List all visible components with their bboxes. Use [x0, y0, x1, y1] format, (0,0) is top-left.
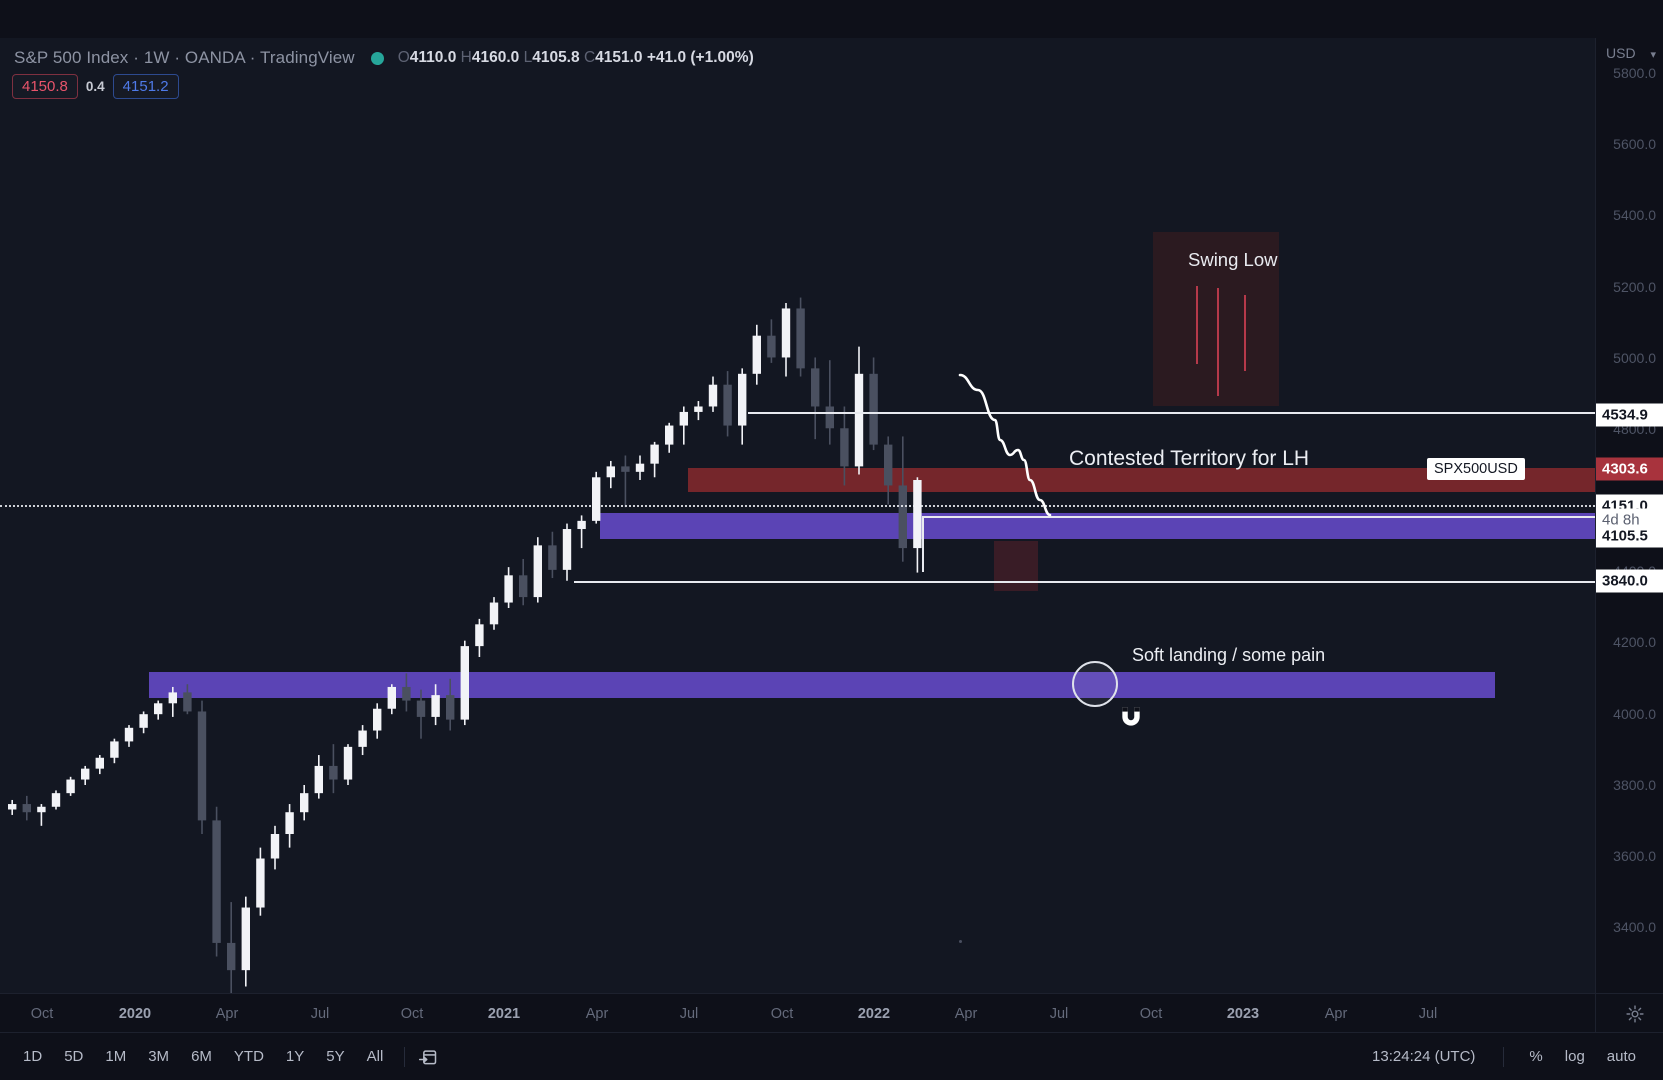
axis-corner-separator — [1595, 993, 1596, 1033]
price-tag-4303[interactable]: 4303.6 — [1596, 457, 1663, 481]
time-tick-oct-4: Oct — [400, 1006, 424, 1022]
time-tick-2023-13: 2023 — [1226, 1006, 1260, 1022]
timeframe-button-all[interactable]: All — [358, 1043, 393, 1070]
swing-low-label: Swing Low — [1188, 249, 1278, 270]
price-tick-10: 3800.0 — [1613, 777, 1656, 793]
time-tick-apr-14: Apr — [1324, 1006, 1348, 1022]
tradingview-chart-app: S&P 500 Index · 1W · OANDA · TradingView… — [0, 0, 1663, 1080]
timeframe-button-1m[interactable]: 1M — [96, 1043, 135, 1070]
market-open-dot-icon — [370, 51, 384, 65]
symbol-title[interactable]: S&P 500 Index · 1W · OANDA · TradingView — [14, 48, 355, 68]
price-tag-4534[interactable]: 4534.9 — [1596, 403, 1663, 427]
magnet-icon — [1122, 707, 1140, 726]
time-tick-oct-12: Oct — [1139, 1006, 1163, 1022]
symbol-price-pill[interactable]: SPX500USD — [1427, 458, 1525, 480]
price-tick-3: 5200.0 — [1613, 279, 1656, 295]
ohlc-close-label: C — [583, 49, 596, 66]
price-tag-4105[interactable]: 4105.5 — [1596, 524, 1663, 548]
timeframe-button-1d[interactable]: 1D — [14, 1043, 51, 1070]
toolbar-divider-1 — [404, 1046, 406, 1067]
price-tick-11: 3600.0 — [1613, 848, 1656, 864]
price-axis[interactable]: USD ▾ 5800.0 5600.0 5400.0 5200.0 5000.0 4800… — [1595, 38, 1663, 1077]
time-axis[interactable]: Oct 2020 Apr Jul Oct 2021 Apr Jul Oct 2022 Apr Jul O… — [0, 993, 1663, 1033]
time-tick-2022-9: 2022 — [857, 1006, 891, 1022]
timeframe-button-3m[interactable]: 3M — [139, 1043, 178, 1070]
bid-badge[interactable]: 4150.8 — [12, 74, 78, 99]
swing-low-bar-1 — [1196, 286, 1198, 364]
top-bar — [0, 0, 1663, 38]
soft-landing-label: Soft landing / some pain — [1132, 645, 1326, 665]
time-tick-jul-15: Jul — [1418, 1006, 1438, 1022]
timeframe-button-5d[interactable]: 5D — [55, 1043, 92, 1070]
timeframe-button-5y[interactable]: 5Y — [317, 1043, 353, 1070]
ask-badge[interactable]: 4151.2 — [112, 74, 179, 99]
time-tick-2021-5: 2021 — [487, 1006, 521, 1022]
contested-territory-label: Contested Territory for LH — [1069, 447, 1310, 470]
ohlc-open-label: O — [397, 49, 410, 66]
ohlc-open-value: 4110.0 — [409, 49, 457, 66]
price-tick-0: 5800.0 — [1613, 65, 1656, 81]
forecast-path-drawing[interactable] — [0, 38, 1595, 993]
log-scale-button[interactable]: log — [1556, 1043, 1594, 1070]
price-tick-1: 5600.0 — [1613, 136, 1656, 152]
time-tick-jul-7: Jul — [679, 1006, 699, 1022]
percent-scale-button[interactable]: % — [1520, 1043, 1551, 1070]
timeframe-button-6m[interactable]: 6M — [182, 1043, 221, 1070]
time-tick-oct-8: Oct — [770, 1006, 794, 1022]
clock-readout: 13:24:24 (UTC) — [1372, 1048, 1476, 1065]
time-tick-2020-1: 2020 — [118, 1006, 152, 1022]
ohlc-readout: O4110.0 H4160.0 L4105.8 C4151.0 +41.0 (+… — [398, 49, 754, 67]
auto-scale-button[interactable]: auto — [1598, 1043, 1645, 1070]
price-tag-3840[interactable]: 3840.0 — [1596, 569, 1663, 593]
time-tick-apr-6: Apr — [585, 1006, 609, 1022]
toolbar-divider-2 — [1503, 1046, 1505, 1067]
time-tick-jul-11: Jul — [1049, 1006, 1069, 1022]
gear-icon[interactable] — [1625, 1004, 1645, 1024]
time-tick-apr-10: Apr — [954, 1006, 978, 1022]
time-tick-jul-3: Jul — [310, 1006, 330, 1022]
time-tick-oct-0: Oct — [30, 1006, 54, 1022]
ohlc-low-label: L — [523, 49, 533, 66]
ohlc-close-value: 4151.0 — [595, 49, 643, 66]
toolbar-right-group: 13:24:24 (UTC) % log auto — [1360, 1043, 1663, 1070]
timeframe-button-ytd[interactable]: YTD — [225, 1043, 273, 1070]
price-tick-12: 3400.0 — [1613, 919, 1656, 935]
price-axis-currency: USD — [1606, 45, 1636, 61]
price-tick-8: 4200.0 — [1613, 634, 1656, 650]
ohlc-low-value: 4105.8 — [532, 49, 580, 66]
time-tick-apr-2: Apr — [215, 1006, 239, 1022]
ohlc-high-label: H — [460, 49, 472, 66]
go-to-date-icon[interactable] — [417, 1047, 439, 1067]
spread-value: 0.4 — [85, 79, 105, 94]
chart-pane[interactable]: S&P 500 Index · 1W · OANDA · TradingView… — [0, 38, 1595, 993]
ohlc-change: +41.0 (+1.00%) — [646, 49, 754, 66]
chart-legend: S&P 500 Index · 1W · OANDA · TradingView… — [14, 48, 754, 68]
timeframe-button-1y[interactable]: 1Y — [277, 1043, 313, 1070]
chevron-down-icon[interactable]: ▾ — [1650, 48, 1656, 61]
target-circle-marker[interactable] — [1072, 661, 1118, 707]
bottom-toolbar: 1D 5D 1M 3M 6M YTD 1Y 5Y All 13:24:24 (UTC) % lo… — [0, 1033, 1663, 1080]
timeframe-button-group: 1D 5D 1M 3M 6M YTD 1Y 5Y All — [0, 1043, 392, 1070]
swing-low-bar-2 — [1217, 288, 1219, 396]
ohlc-high-value: 4160.0 — [471, 49, 520, 66]
price-tick-2: 5400.0 — [1613, 207, 1656, 223]
swing-low-bar-3 — [1244, 295, 1246, 371]
price-tick-9: 4000.0 — [1613, 706, 1656, 722]
price-tick-4: 5000.0 — [1613, 350, 1656, 366]
bid-ask-badges: 4150.8 0.4 4151.2 — [12, 74, 179, 99]
chart-dust-pixel — [959, 940, 962, 943]
